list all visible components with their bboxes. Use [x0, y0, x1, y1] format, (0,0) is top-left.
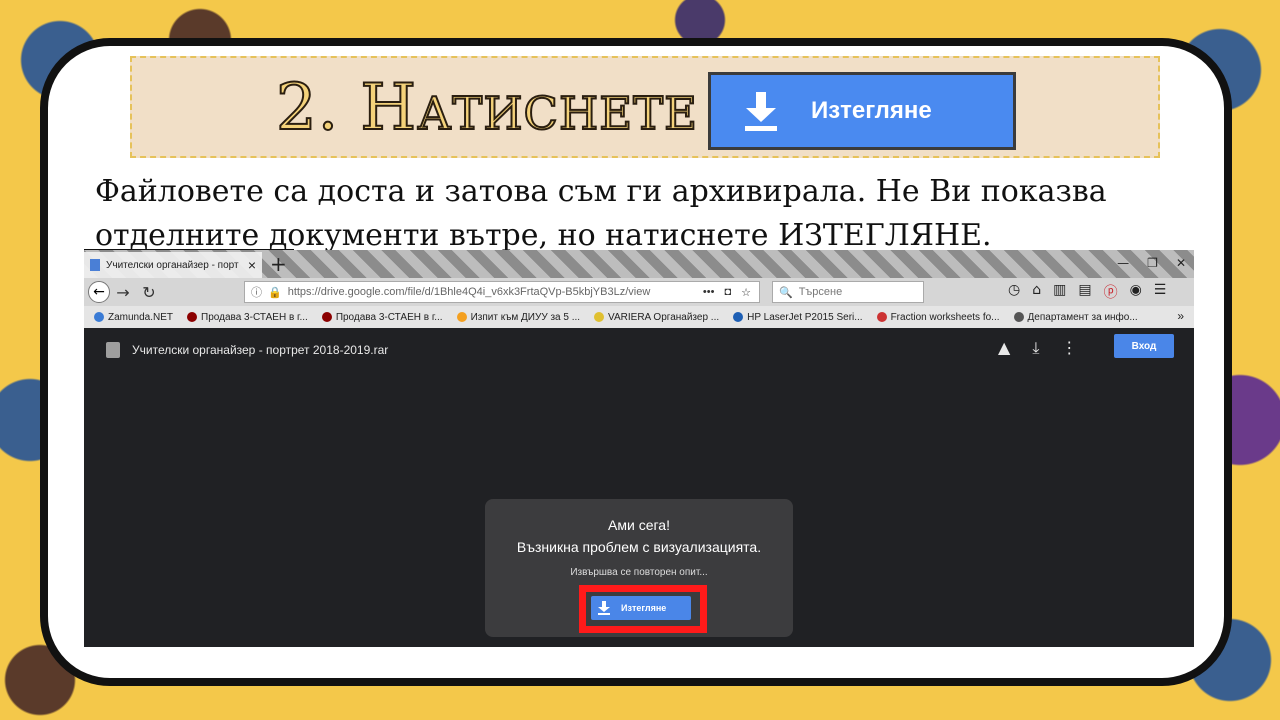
- add-to-drive-icon[interactable]: ▲: [998, 338, 1010, 358]
- archive-file-icon: [106, 342, 120, 358]
- window-controls: — ❐ ✕: [1117, 256, 1186, 270]
- bookmark-item[interactable]: Изпит към ДИУУ за 5 ...: [456, 312, 580, 323]
- document-icon: [90, 259, 100, 271]
- tab-bar: Учителски органайзер - порт × + — ❐ ✕: [84, 250, 1194, 278]
- bookmark-item[interactable]: Продава 3-СТАЕН в г...: [321, 312, 443, 323]
- download-button[interactable]: Изтегляне: [591, 596, 691, 620]
- file-name: Учителски органайзер - портрет 2018-2019…: [132, 343, 389, 357]
- drive-actions: ▲ ⤓ ⋮: [998, 338, 1077, 358]
- tab-label: Учителски органайзер - порт: [106, 259, 239, 271]
- slide-title: 2. Натиснете: [275, 70, 698, 146]
- bookmark-item[interactable]: Продава 3-СТАЕН в г...: [187, 312, 308, 323]
- download-button-label: Изтегляне: [621, 603, 667, 613]
- close-tab-icon[interactable]: ×: [248, 257, 256, 273]
- pinterest-icon[interactable]: ⓟ: [1104, 282, 1118, 302]
- error-message: Възникна проблем с визуализацията.: [516, 539, 762, 555]
- bookmarks-bar: Zamunda.NET Продава 3-СТАЕН в г... Прода…: [84, 306, 1194, 328]
- restore-icon[interactable]: ❐: [1147, 256, 1158, 270]
- sidebar-icon[interactable]: ▤: [1078, 282, 1091, 302]
- info-icon[interactable]: ⓘ: [251, 284, 262, 300]
- download-icon: [598, 601, 610, 615]
- menu-icon[interactable]: ☰: [1154, 282, 1167, 302]
- drive-header: Учителски органайзер - портрет 2018-2019…: [84, 328, 1194, 372]
- lock-icon: 🔒: [268, 286, 282, 299]
- navigation-bar: ← → ↻ ⓘ 🔒 https://drive.google.com/file/…: [84, 278, 1194, 306]
- error-dialog: Ами сега! Възникна проблем с визуализаци…: [485, 499, 793, 637]
- bookmark-icon: [187, 312, 198, 322]
- bookmark-item[interactable]: VARIERA Органайзер ...: [594, 312, 719, 323]
- forward-icon[interactable]: →: [110, 283, 136, 302]
- search-placeholder: Търсене: [798, 286, 843, 298]
- bookmark-icon: [594, 312, 605, 322]
- back-icon[interactable]: ←: [88, 281, 110, 303]
- login-button[interactable]: Вход: [1114, 334, 1174, 358]
- new-tab-button[interactable]: +: [270, 252, 287, 276]
- history-icon[interactable]: ◷: [1008, 282, 1020, 302]
- bookmark-item[interactable]: HP LaserJet P2015 Seri...: [733, 312, 863, 323]
- url-text: https://drive.google.com/file/d/1Bhle4Q4…: [287, 286, 651, 298]
- download-button-label: Изтегляне: [811, 97, 932, 124]
- download-icon[interactable]: ⤓: [1032, 338, 1039, 358]
- more-options-icon[interactable]: ⋮: [1061, 338, 1077, 358]
- address-bar[interactable]: ⓘ 🔒 https://drive.google.com/file/d/1Bhl…: [244, 281, 760, 303]
- bookmark-item[interactable]: Департамент за инфо...: [1013, 312, 1138, 323]
- toolbar-icons: ◷ ⌂ ▥ ▤ ⓟ ◉ ☰: [1008, 282, 1166, 302]
- library-icon[interactable]: ▥: [1053, 282, 1066, 302]
- bookmark-item[interactable]: Zamunda.NET: [94, 312, 173, 323]
- close-window-icon[interactable]: ✕: [1176, 256, 1186, 270]
- reload-icon[interactable]: ↻: [136, 283, 162, 302]
- instruction-text: Файловете са доста и затова съм ги архив…: [95, 174, 1107, 253]
- pocket-icon[interactable]: ◘: [724, 286, 731, 299]
- chrome-icon[interactable]: ◉: [1130, 282, 1142, 302]
- bookmarks-overflow-icon[interactable]: »: [1177, 309, 1184, 323]
- more-actions-icon[interactable]: •••: [703, 286, 715, 299]
- bookmark-icon: [876, 312, 887, 322]
- bookmark-icon: [1013, 312, 1024, 322]
- search-field[interactable]: 🔍 Търсене: [772, 281, 924, 303]
- search-icon: 🔍: [779, 286, 793, 299]
- drive-viewer: Учителски органайзер - портрет 2018-2019…: [84, 328, 1194, 647]
- hp-icon: [733, 312, 744, 322]
- download-icon: [711, 90, 811, 132]
- bookmark-star-icon[interactable]: ☆: [741, 286, 751, 299]
- browser-tab[interactable]: Учителски органайзер - порт ×: [84, 252, 262, 278]
- retry-text: Извършва се повторен опит...: [570, 567, 708, 578]
- home-icon[interactable]: ⌂: [1032, 282, 1041, 302]
- bookmark-item[interactable]: Fraction worksheets fo...: [876, 312, 1000, 323]
- browser-screenshot: Учителски органайзер - порт × + — ❐ ✕ ← …: [84, 250, 1194, 647]
- bookmark-icon: [321, 312, 332, 322]
- error-title: Ами сега!: [608, 517, 670, 533]
- bookmark-icon: [94, 312, 104, 322]
- download-button-illustration: Изтегляне: [708, 72, 1016, 150]
- bookmark-icon: [456, 312, 467, 322]
- minimize-icon[interactable]: —: [1117, 256, 1129, 270]
